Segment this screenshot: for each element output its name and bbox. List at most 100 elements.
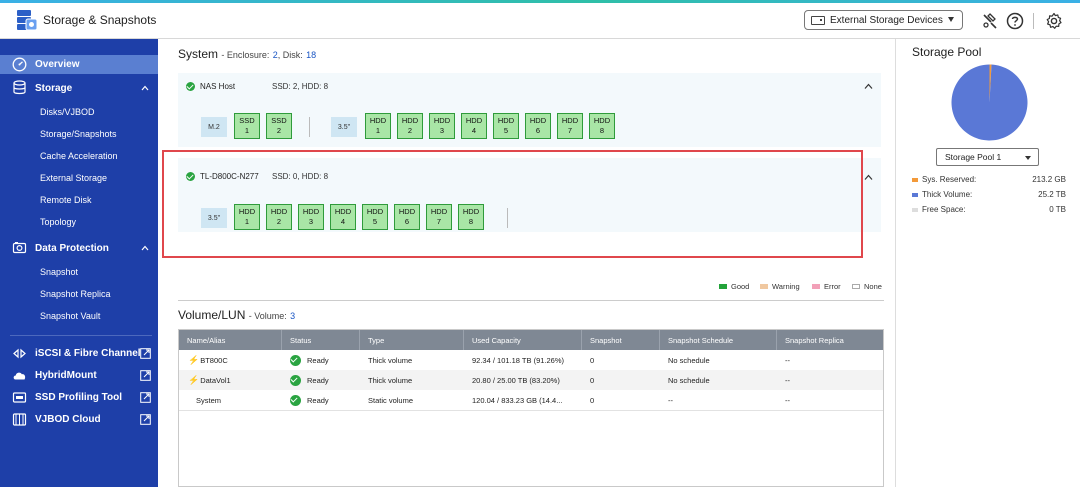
chevron-up-icon[interactable] <box>864 82 873 91</box>
drive-bay-hdd-1[interactable]: HDD 1 <box>365 113 391 139</box>
bay-type: HDD <box>561 116 579 125</box>
drive-bay-hdd-7[interactable]: HDD 7 <box>557 113 583 139</box>
sidebar-item-storage-label: Storage <box>35 82 73 94</box>
volume-status: Ready <box>307 395 329 405</box>
cell-used-capacity: 120.04 / 833.23 GB (14.4... <box>472 395 563 405</box>
highlight-box <box>162 150 863 258</box>
legend-value: 25.2 TB <box>1038 190 1066 199</box>
sidebar-item-remote-disk[interactable]: Remote Disk <box>0 193 158 207</box>
legend-swatch <box>912 193 918 197</box>
bay-number: 1 <box>375 126 381 135</box>
sidebar-divider <box>10 335 152 336</box>
drive-bay-ssd-2[interactable]: SSD 2 <box>266 113 292 139</box>
bay-type: HDD <box>465 116 483 125</box>
sidebar-item-snapshot[interactable]: Snapshot <box>0 265 158 279</box>
app-header: Storage & Snapshots External Storage Dev… <box>0 3 1080 39</box>
sidebar-item-external-storage[interactable]: External Storage <box>0 171 158 185</box>
external-storage-devices-dropdown[interactable]: External Storage Devices <box>804 10 963 30</box>
cell-name: ⚡ DataVol1 <box>179 370 282 390</box>
drive-icon <box>811 15 825 25</box>
sidebar-item-topology[interactable]: Topology <box>0 215 158 229</box>
column-header-snapshot-schedule[interactable]: Snapshot Schedule <box>660 330 777 350</box>
bay-group-divider <box>309 117 310 137</box>
sidebar-item-cache-acceleration[interactable]: Cache Acceleration <box>0 149 158 163</box>
bay-type: HDD <box>369 116 387 125</box>
bay-type: SSD <box>271 116 287 125</box>
sidebar-item-data-protection-label: Data Protection <box>35 242 109 254</box>
table-row[interactable]: ⚡ BT800C Ready Thick volume 92.34 / 101.1… <box>179 350 883 370</box>
tools-icon[interactable] <box>981 12 999 30</box>
sidebar-item-overview[interactable]: Overview <box>0 55 158 74</box>
external-link-icon <box>140 370 151 381</box>
pie-slice-thick-volume[interactable] <box>951 64 1028 141</box>
external-link-icon <box>140 392 151 403</box>
drive-bay-ssd-1[interactable]: SSD 1 <box>234 113 260 139</box>
bay-number: 6 <box>535 126 541 135</box>
system-section-title: System - Enclosure: 2, Disk: 18 <box>178 47 316 61</box>
sidebar-item-ssd-label: SSD Profiling Tool <box>35 392 123 403</box>
column-header-used-capacity[interactable]: Used Capacity <box>464 330 582 350</box>
cell-used-capacity: 20.80 / 25.00 TB (83.20%) <box>472 375 560 385</box>
sidebar-item-hybridmount[interactable]: HybridMount <box>0 367 158 384</box>
drive-bay-hdd-6[interactable]: HDD 6 <box>525 113 551 139</box>
chevron-up-icon[interactable] <box>141 84 149 92</box>
table-row[interactable]: System Ready Static volume 120.04 / 833.… <box>179 390 883 410</box>
sidebar-item-snapshot-replica[interactable]: Snapshot Replica <box>0 287 158 301</box>
section-divider <box>178 300 884 301</box>
sidebar-item-ssd-profiling-tool[interactable]: SSD Profiling Tool <box>0 389 158 406</box>
drive-bay-hdd-5[interactable]: HDD 5 <box>493 113 519 139</box>
help-icon[interactable] <box>1006 12 1024 30</box>
drive-bay-hdd-3[interactable]: HDD 3 <box>429 113 455 139</box>
bay-type: HDD <box>593 116 611 125</box>
status-good-icon <box>186 82 195 91</box>
chevron-up-icon[interactable] <box>864 173 873 182</box>
cloud-mount-icon <box>13 372 26 380</box>
bay-type: SSD <box>239 116 255 125</box>
legend-label: Free Space: <box>922 205 966 214</box>
legend-swatch-good <box>719 284 727 289</box>
table-row[interactable]: ⚡ DataVol1 Ready Thick volume 20.80 / 25.… <box>179 370 883 390</box>
cell-snapshot-replica: -- <box>785 395 790 405</box>
storage-pool-panel: Storage Pool Storage Pool 1 Sys. Reserve… <box>895 39 1080 487</box>
drive-bay-hdd-2[interactable]: HDD 2 <box>397 113 423 139</box>
lightning-icon: ⚡ <box>188 374 200 385</box>
bay-type: HDD <box>529 116 547 125</box>
lightning-icon: ⚡ <box>188 354 200 365</box>
sidebar-item-vjbod-cloud[interactable]: VJBOD Cloud <box>0 411 158 428</box>
column-header-name[interactable]: Name/Alias <box>179 330 282 350</box>
sidebar-item-data-protection[interactable]: Data Protection <box>0 239 158 257</box>
disk-label: , Disk: <box>277 50 303 60</box>
legend-label: Thick Volume: <box>922 190 973 199</box>
cell-type: Thick volume <box>368 355 413 365</box>
app-title: Storage & Snapshots <box>43 13 157 27</box>
volume-name: DataVol1 <box>200 375 231 385</box>
drive-bay-hdd-8[interactable]: HDD 8 <box>589 113 615 139</box>
status-ready-icon <box>290 394 301 406</box>
gear-icon[interactable] <box>1045 12 1063 30</box>
table-header: Name/Alias Status Type Used Capacity Sna… <box>179 330 883 350</box>
sidebar-item-snapshot-vault[interactable]: Snapshot Vault <box>0 309 158 323</box>
column-header-status[interactable]: Status <box>282 330 360 350</box>
storage-pool-dropdown[interactable]: Storage Pool 1 <box>936 148 1039 166</box>
bay-number: 3 <box>439 126 445 135</box>
legend-label: Warning <box>772 282 800 291</box>
bay-number: 1 <box>244 126 250 135</box>
sidebar-item-storage[interactable]: Storage <box>0 79 158 97</box>
drive-bay-hdd-4[interactable]: HDD 4 <box>461 113 487 139</box>
volume-status: Ready <box>307 375 329 385</box>
column-header-type[interactable]: Type <box>360 330 464 350</box>
bay-number: 2 <box>276 126 282 135</box>
volume-count: 3 <box>290 311 296 321</box>
sidebar-item-disks-vjbod[interactable]: Disks/VJBOD <box>0 105 158 119</box>
sidebar-item-storage-snapshots[interactable]: Storage/Snapshots <box>0 127 158 141</box>
column-header-snapshot[interactable]: Snapshot <box>582 330 660 350</box>
network-link-icon <box>13 348 26 359</box>
sidebar-item-label: Cache Acceleration <box>40 151 118 161</box>
cell-snapshot-replica: -- <box>785 355 790 365</box>
chevron-up-icon[interactable] <box>141 244 149 252</box>
volume-title: Volume/LUN <box>178 308 246 322</box>
storage-pool-pie-chart <box>951 64 1028 141</box>
external-link-icon <box>140 348 151 359</box>
column-header-snapshot-replica[interactable]: Snapshot Replica <box>777 330 883 350</box>
sidebar-item-iscsi-fibre-channel[interactable]: iSCSI & Fibre Channel <box>0 345 158 362</box>
